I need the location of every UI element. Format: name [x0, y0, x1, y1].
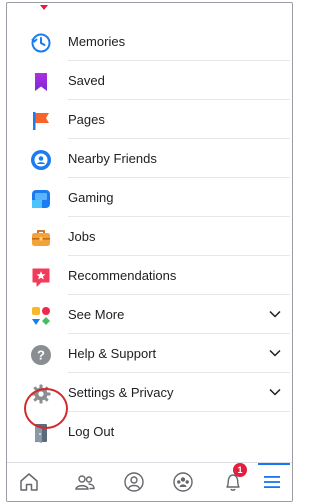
- active-tab-indicator: [258, 463, 290, 465]
- menu-item-jobs[interactable]: Jobs: [7, 217, 292, 256]
- tab-notifications[interactable]: 1: [219, 463, 247, 495]
- menu-item-label: Nearby Friends: [68, 151, 157, 166]
- menu-item-label: Saved: [68, 73, 105, 88]
- menu-item-label: Memories: [68, 34, 126, 49]
- menu-item-recommendations[interactable]: Recommendations: [7, 256, 292, 295]
- menu-item-help-support[interactable]: ? Help & Support: [7, 334, 292, 373]
- menu-item-saved[interactable]: Saved: [7, 61, 292, 100]
- menu-item-label: Recommendations: [68, 268, 177, 283]
- partial-icon: [40, 5, 48, 10]
- menu-screen: Memories Saved Pages Nearby Friends Gami…: [6, 2, 293, 502]
- tab-profile[interactable]: [120, 469, 148, 495]
- chevron-down-icon: [268, 385, 282, 399]
- see-more-grid-icon: [30, 305, 52, 327]
- notification-badge: 1: [233, 463, 247, 477]
- gaming-icon: [30, 188, 52, 210]
- menu-item-nearby-friends[interactable]: Nearby Friends: [7, 139, 292, 178]
- menu-item-label: Log Out: [68, 424, 115, 439]
- friends-icon: [75, 475, 95, 490]
- menu-item-label: Gaming: [68, 190, 114, 205]
- tab-menu[interactable]: [258, 469, 286, 495]
- hamburger-menu-icon: [264, 476, 280, 488]
- nearby-friends-icon: [30, 149, 52, 171]
- menu-list: Memories Saved Pages Nearby Friends Gami…: [7, 22, 292, 451]
- svg-text:?: ?: [37, 348, 45, 363]
- chevron-down-icon: [268, 346, 282, 360]
- menu-item-label: Settings & Privacy: [68, 385, 174, 400]
- memories-clock-icon: [30, 32, 52, 54]
- jobs-briefcase-icon: [30, 227, 52, 249]
- menu-item-label: Jobs: [68, 229, 96, 244]
- menu-item-label: Help & Support: [68, 346, 157, 361]
- menu-item-label: Pages: [68, 112, 105, 127]
- profile-icon: [124, 472, 144, 492]
- bottom-tab-bar: 1: [7, 462, 292, 501]
- saved-bookmark-icon: [30, 71, 52, 93]
- tab-friends[interactable]: [71, 469, 99, 495]
- menu-item-label: See More: [68, 307, 125, 322]
- highlight-annotation-circle: [24, 388, 68, 429]
- pages-flag-icon: [30, 110, 52, 132]
- menu-item-gaming[interactable]: Gaming: [7, 178, 292, 217]
- menu-item-pages[interactable]: Pages: [7, 100, 292, 139]
- chevron-down-icon: [268, 307, 282, 321]
- home-icon: [20, 473, 38, 491]
- recommendations-star-icon: [30, 266, 52, 288]
- menu-item-see-more[interactable]: See More: [7, 295, 292, 334]
- groups-icon: [173, 472, 193, 492]
- help-question-icon: ?: [30, 344, 52, 366]
- menu-item-memories[interactable]: Memories: [7, 22, 292, 61]
- tab-home[interactable]: [15, 469, 43, 495]
- tab-groups[interactable]: [169, 469, 197, 495]
